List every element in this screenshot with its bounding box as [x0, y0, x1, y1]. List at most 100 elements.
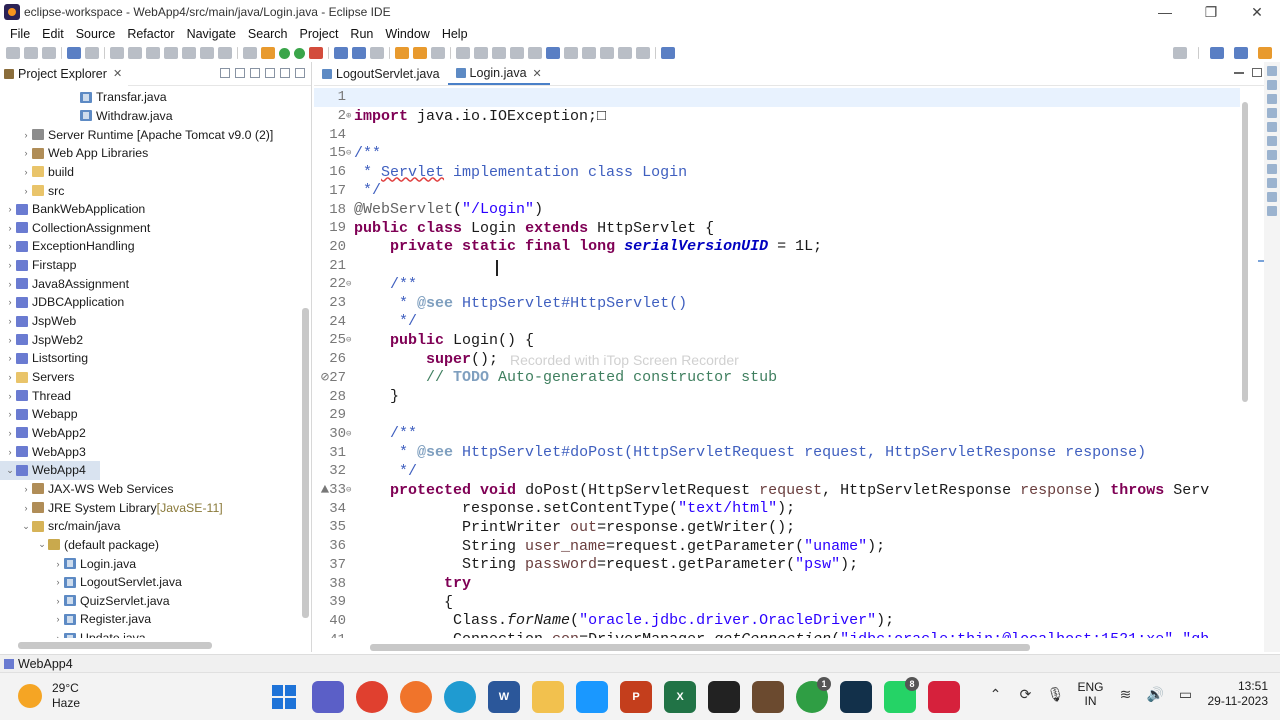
chevron-up-icon[interactable]: ⌃	[987, 686, 1003, 702]
expand-arrow-icon[interactable]: ›	[4, 335, 16, 345]
run-icon[interactable]	[279, 47, 290, 59]
maximize-view-icon[interactable]	[295, 68, 305, 78]
tree-item[interactable]: › Update.java	[52, 629, 146, 638]
code-line[interactable]: 24 */	[314, 312, 1240, 331]
code-line[interactable]: 36 String user_name=request.getParameter…	[314, 537, 1240, 556]
save-icon[interactable]	[24, 47, 38, 59]
search-toolbar-icon[interactable]	[431, 47, 445, 59]
expand-arrow-icon[interactable]: ›	[20, 484, 32, 494]
chrome-profile-icon[interactable]: 1	[796, 677, 831, 713]
expand-arrow-icon[interactable]: ›	[52, 596, 64, 606]
new-java-project-icon[interactable]	[334, 47, 348, 59]
coverage-icon[interactable]	[294, 47, 305, 59]
code-line[interactable]: 14	[314, 125, 1240, 144]
next-edit-icon[interactable]	[582, 47, 596, 59]
expand-arrow-icon[interactable]: ›	[52, 614, 64, 624]
data-source-icon[interactable]	[1267, 136, 1277, 146]
step-into-icon[interactable]	[182, 47, 196, 59]
code-line[interactable]: 26 super();	[314, 350, 1240, 369]
clock[interactable]: 13:51 29-11-2023	[1208, 679, 1269, 709]
microphone-icon[interactable]: 🎙	[1047, 686, 1065, 702]
code-line[interactable]: 35 PrintWriter out=response.getWriter();	[314, 518, 1240, 537]
word-icon[interactable]: W	[488, 681, 520, 713]
code-line[interactable]: 25 ⊖ public Login() {	[314, 331, 1240, 350]
code-line[interactable]: 17 */	[314, 182, 1240, 201]
annotation-prev-icon[interactable]	[474, 47, 488, 59]
menu-refactor[interactable]: Refactor	[121, 27, 180, 41]
expand-arrow-icon[interactable]: ›	[4, 372, 16, 382]
restore-button[interactable]: ❐	[1188, 0, 1234, 24]
junit-icon[interactable]	[1267, 206, 1277, 216]
code-line[interactable]: 28 }	[314, 387, 1240, 406]
close-icon[interactable]: ✕	[533, 67, 542, 80]
project-explorer-tab[interactable]: Project Explorer ✕	[0, 61, 129, 86]
expand-arrow-icon[interactable]: ›	[52, 559, 64, 569]
tree-item[interactable]: › ExceptionHandling	[4, 237, 135, 256]
screen-recorder-icon[interactable]	[928, 681, 960, 713]
code-line[interactable]: 21	[314, 256, 1240, 275]
link-editor-icon[interactable]	[235, 68, 245, 78]
fold-toggle-icon[interactable]: ⊖	[346, 429, 354, 439]
tree-item[interactable]: › CollectionAssignment	[4, 219, 151, 238]
view-menu-icon[interactable]	[265, 68, 275, 78]
expand-arrow-icon[interactable]: ›	[4, 447, 16, 457]
close-icon[interactable]: ✕	[113, 67, 122, 80]
expand-arrow-icon[interactable]: ›	[4, 204, 16, 214]
editor-vertical-scrollbar[interactable]	[1242, 102, 1248, 402]
expand-arrow-icon[interactable]: ›	[4, 260, 16, 270]
expand-arrow-icon[interactable]: ›	[20, 148, 32, 158]
skip-breakpoints-icon[interactable]	[85, 47, 99, 59]
excel-icon[interactable]: X	[664, 681, 696, 713]
code-line[interactable]: 22 ⊖ /**	[314, 275, 1240, 294]
open-type-icon[interactable]	[395, 47, 409, 59]
code-line[interactable]: 30 ⊖ /**	[314, 425, 1240, 444]
code-line[interactable]: 19 public class Login extends HttpServlet…	[314, 219, 1240, 238]
code-line[interactable]: 1	[314, 88, 1240, 107]
file-explorer-icon[interactable]	[532, 681, 564, 713]
globe-icon[interactable]	[546, 47, 560, 59]
code-line[interactable]: 40 Class.forName("oracle.jdbc.driver.Ora…	[314, 612, 1240, 631]
expand-arrow-icon[interactable]: ›	[4, 428, 16, 438]
minimize-editor-icon[interactable]	[1234, 72, 1244, 74]
disconnect-icon[interactable]	[164, 47, 178, 59]
collapse-all-icon[interactable]	[220, 68, 230, 78]
code-line[interactable]: ⊘27 // TODO Auto-generated constructor s…	[314, 369, 1240, 388]
language-indicator[interactable]: ENG IN	[1077, 680, 1103, 708]
markers-view-icon[interactable]	[1267, 108, 1277, 118]
chrome-icon[interactable]	[356, 681, 388, 713]
maximize-editor-icon[interactable]	[1252, 68, 1262, 77]
explorer-horizontal-scrollbar[interactable]	[18, 642, 212, 649]
back-icon[interactable]	[618, 47, 632, 59]
menu-navigate[interactable]: Navigate	[181, 27, 242, 41]
new-icon[interactable]	[6, 47, 20, 59]
annotation-next-icon[interactable]	[456, 47, 470, 59]
minimize-view-icon[interactable]	[280, 68, 290, 78]
servers-view-icon[interactable]	[1267, 94, 1277, 104]
whatsapp-icon[interactable]: 8	[884, 677, 919, 713]
tree-item[interactable]: ⌄ src/main/java	[20, 517, 120, 536]
task-list-icon[interactable]	[1267, 80, 1277, 90]
code-line[interactable]: 39 {	[314, 593, 1240, 612]
expand-arrow-icon[interactable]: ›	[52, 633, 64, 638]
editor-horizontal-scrollbar[interactable]	[370, 644, 1030, 651]
pin-editor-icon[interactable]	[564, 47, 578, 59]
battery-icon[interactable]: ▭	[1178, 686, 1194, 702]
properties-view-icon[interactable]	[1267, 122, 1277, 132]
toggle-mark-icon[interactable]	[492, 47, 506, 59]
tree-item[interactable]: › Servers	[4, 368, 75, 387]
tree-item[interactable]: › build	[20, 163, 74, 182]
terminate-icon[interactable]	[146, 47, 160, 59]
close-button[interactable]: ✕	[1234, 0, 1280, 24]
open-perspective-icon[interactable]	[661, 47, 675, 59]
menu-file[interactable]: File	[4, 27, 36, 41]
tree-item[interactable]: › JspWeb	[4, 312, 77, 331]
tree-item[interactable]: › Java8Assignment	[4, 275, 130, 294]
tab-login[interactable]: Login.java ✕	[447, 63, 550, 85]
code-line[interactable]: 32 */	[314, 462, 1240, 481]
expand-arrow-icon[interactable]: ›	[20, 167, 32, 177]
debug-icon[interactable]	[261, 47, 275, 59]
code-line[interactable]: 15 ⊖/**	[314, 144, 1240, 163]
forward-icon[interactable]	[636, 47, 650, 59]
save-all-icon[interactable]	[42, 47, 56, 59]
terminal-icon[interactable]	[708, 681, 740, 713]
